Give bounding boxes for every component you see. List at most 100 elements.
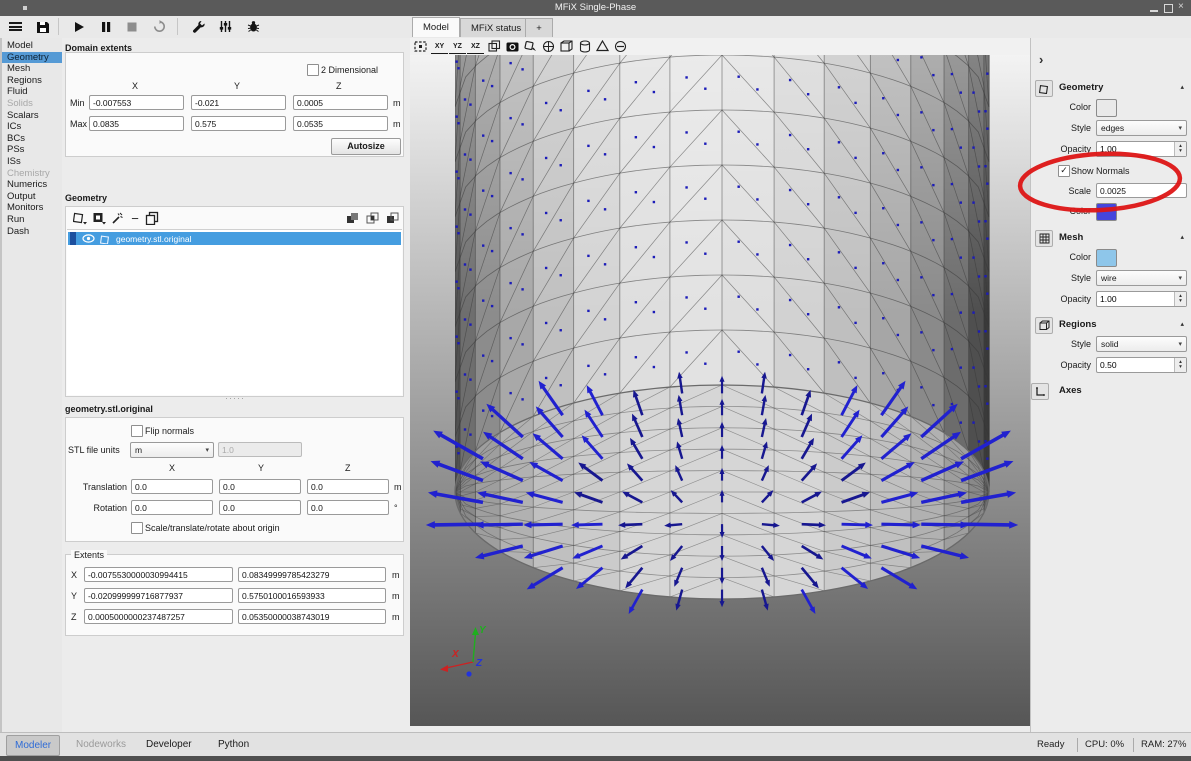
view-yz-icon[interactable]: YZ [449,39,466,54]
wand-icon[interactable] [110,210,126,226]
nav-item-bcs[interactable]: BCs [2,133,62,145]
nav-item-regions[interactable]: Regions [2,75,62,87]
regions-style-dropdown[interactable]: solid▾ [1096,336,1187,352]
maximize-button[interactable] [1163,4,1173,13]
tab-model[interactable]: Model [412,17,460,37]
flip-normals-checkbox[interactable] [131,425,143,437]
add-cylinder-icon[interactable] [576,39,593,53]
viewport-3d[interactable]: XYZ [410,55,1030,726]
ymax-input[interactable] [191,116,286,131]
translation-z-input[interactable] [307,479,389,494]
visibility-menu-icon[interactable] [522,39,539,53]
regions-display-header[interactable]: Regions ▴ [1031,317,1191,333]
ymin-input[interactable] [191,95,286,110]
pause-icon[interactable] [94,17,118,36]
settings-wrench-icon[interactable] [186,17,210,36]
add-box-icon[interactable] [558,39,575,53]
geometry-opacity-spinbox[interactable]: ▴▾ [1096,141,1187,157]
2d-checkbox[interactable] [307,64,319,76]
rotation-x-input[interactable] [131,500,213,515]
tab-mfix-status[interactable]: MFiX status [460,18,532,37]
add-cone-icon[interactable] [594,39,611,53]
view-xy-icon[interactable]: XY [431,39,448,54]
mesh-display-header[interactable]: Mesh ▴ [1031,230,1191,246]
stl-units-dropdown[interactable]: m▾ [130,442,214,458]
extents-x-min[interactable] [84,567,233,582]
add-filter-icon[interactable] [91,210,107,226]
mesh-opacity-spinbox[interactable]: ▴▾ [1096,291,1187,307]
boolean-difference-icon[interactable] [385,210,401,226]
nav-item-pss[interactable]: PSs [2,144,62,156]
collapse-arrow-icon[interactable]: ▴ [1180,83,1184,91]
add-geometry-icon[interactable] [72,210,88,226]
extents-y-max[interactable] [238,588,386,603]
zmax-input[interactable] [293,116,388,131]
mesh-color-swatch[interactable] [1096,249,1117,267]
reset-view-icon[interactable] [412,39,429,53]
geometry-list-item[interactable]: geometry.stl.original [68,232,401,245]
extents-z-min[interactable] [84,609,233,624]
copy-geometry-icon[interactable] [144,210,160,226]
stop-icon[interactable] [120,17,144,36]
minimize-button[interactable] [1149,4,1159,13]
translation-x-input[interactable] [131,479,213,494]
nav-item-fluid[interactable]: Fluid [2,86,62,98]
viewport-3d-scene[interactable]: XYZ [410,55,1030,726]
extents-z-max[interactable] [238,609,386,624]
autosize-button[interactable]: Autosize [331,138,401,155]
mesh-style-dropdown[interactable]: wire▾ [1096,270,1187,286]
normals-color-swatch[interactable] [1096,203,1117,221]
geometry-display-header[interactable]: Geometry ▴ [1031,80,1191,96]
collapse-arrow-icon[interactable]: ▴ [1180,320,1184,328]
mode-python[interactable]: Python [210,735,257,754]
geometry-style-dropdown[interactable]: edges▾ [1096,120,1187,136]
show-normals-checkbox[interactable]: ✓ [1058,165,1070,177]
nav-item-output[interactable]: Output [2,191,62,203]
geometry-list[interactable]: geometry.stl.original [67,229,402,395]
rotation-y-input[interactable] [219,500,301,515]
regions-opacity-spinbox[interactable]: ▴▾ [1096,357,1187,373]
extents-y-min[interactable] [84,588,233,603]
nav-item-monitors[interactable]: Monitors [2,202,62,214]
about-origin-checkbox[interactable] [131,522,143,534]
add-torus-icon[interactable] [612,39,629,53]
view-xz-icon[interactable]: XZ [467,39,484,54]
mode-developer[interactable]: Developer [138,735,200,754]
nav-item-dash[interactable]: Dash [2,226,62,238]
nav-item-mesh[interactable]: Mesh [2,63,62,75]
menu-icon[interactable] [3,17,27,36]
close-button[interactable]: × [1178,4,1188,13]
tab-add[interactable]: + [525,18,553,37]
axes-display-header[interactable]: Axes [1031,383,1191,399]
nav-item-run[interactable]: Run [2,214,62,226]
nav-item-geometry[interactable]: Geometry [2,52,62,64]
rotation-z-input[interactable] [307,500,389,515]
zmin-input[interactable] [293,95,388,110]
add-sphere-icon[interactable] [540,39,557,53]
nav-item-iss[interactable]: ISs [2,156,62,168]
parameters-sliders-icon[interactable] [213,17,237,36]
collapse-arrow-icon[interactable]: ▴ [1180,233,1184,241]
splitter-handle[interactable]: ····· [225,393,245,403]
remove-geometry-icon[interactable]: − [127,210,143,226]
normals-scale-input[interactable] [1096,183,1187,198]
reset-icon[interactable] [147,17,171,36]
boolean-intersect-icon[interactable] [365,210,381,226]
visibility-eye-icon[interactable] [82,234,95,243]
nav-item-model[interactable]: Model [2,40,62,52]
xmin-input[interactable] [89,95,184,110]
screenshot-camera-icon[interactable] [504,39,521,53]
extents-x-max[interactable] [238,567,386,582]
panel-collapse-chevron-icon[interactable]: › [1039,52,1043,67]
mode-modeler[interactable]: Modeler [6,735,60,756]
perspective-icon[interactable] [486,39,503,53]
geometry-color-swatch[interactable] [1096,99,1117,117]
save-icon[interactable] [31,17,55,36]
nav-item-ics[interactable]: ICs [2,121,62,133]
translation-y-input[interactable] [219,479,301,494]
run-play-icon[interactable] [67,17,91,36]
nav-item-numerics[interactable]: Numerics [2,179,62,191]
xmax-input[interactable] [89,116,184,131]
boolean-union-icon[interactable] [345,210,361,226]
debug-bug-icon[interactable] [241,17,265,36]
